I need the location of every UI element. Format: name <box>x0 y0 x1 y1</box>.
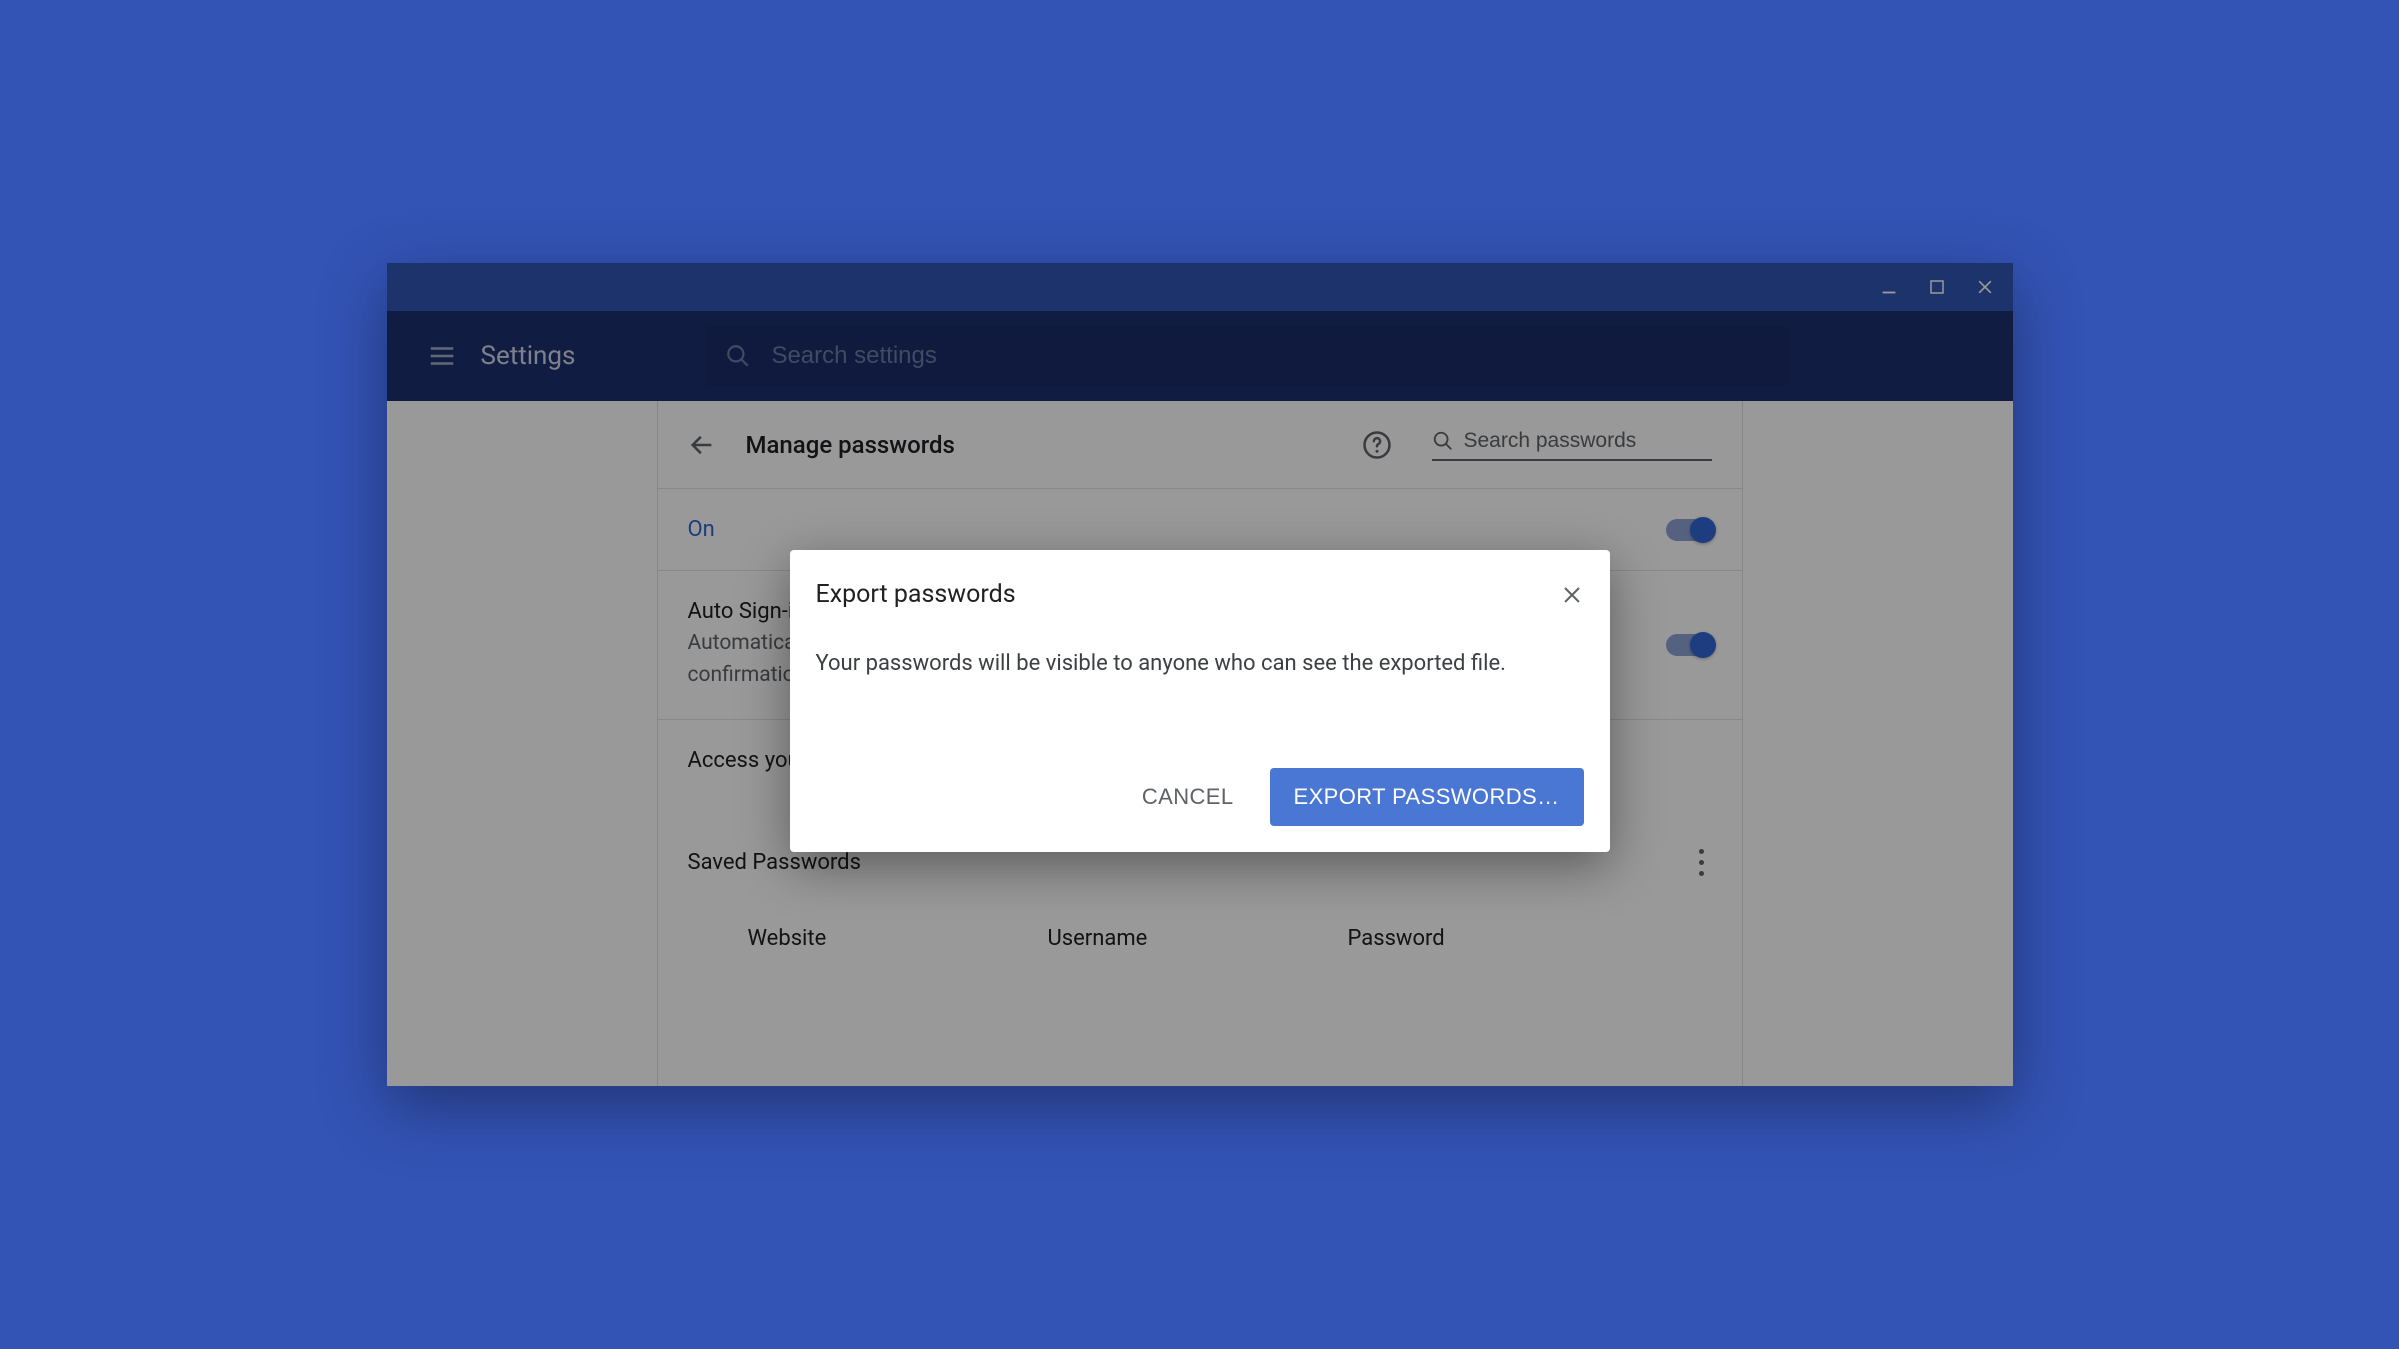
dialog-header: Export passwords <box>816 580 1584 609</box>
settings-window: Settings Manage passwords <box>387 263 2013 1086</box>
export-passwords-button[interactable]: EXPORT PASSWORDS… <box>1270 768 1584 826</box>
export-passwords-dialog: Export passwords Your passwords will be … <box>790 550 1610 852</box>
dialog-close-button[interactable] <box>1560 583 1584 607</box>
cancel-button[interactable]: CANCEL <box>1122 770 1254 824</box>
dialog-actions: CANCEL EXPORT PASSWORDS… <box>816 768 1584 826</box>
close-icon <box>1560 583 1584 607</box>
dialog-body: Your passwords will be visible to anyone… <box>816 651 1584 676</box>
dialog-title: Export passwords <box>816 580 1016 609</box>
